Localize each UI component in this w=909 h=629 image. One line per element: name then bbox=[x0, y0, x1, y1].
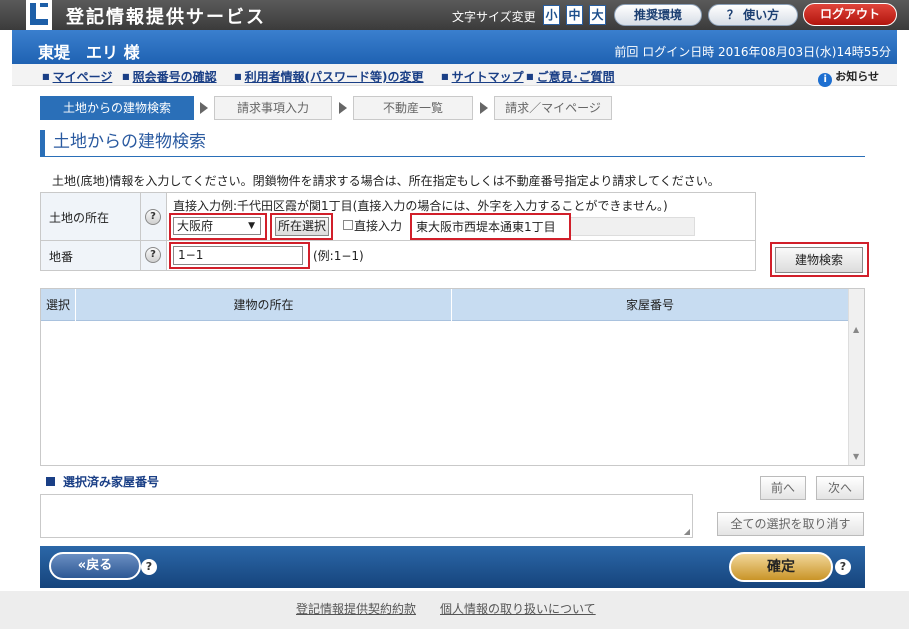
selected-house-numbers-box[interactable]: ◢ bbox=[40, 494, 693, 538]
column-select: 選択 bbox=[41, 289, 76, 321]
chiban-example: (例:1−1) bbox=[313, 249, 364, 263]
nav-bar: マイページ 照会番号の確認 利用者情報(パスワード等)の変更 サイトマップ ご意… bbox=[12, 64, 897, 87]
instruction-text: 土地(底地)情報を入力してください。閉鎖物件を請求する場合は、所在指定もしくは不… bbox=[52, 174, 720, 188]
results-header: 選択 建物の所在 家屋番号 bbox=[41, 289, 849, 321]
step-arrow-icon bbox=[480, 102, 488, 114]
action-bar: «戻る ? 確定 ? bbox=[40, 546, 865, 588]
scroll-down-icon[interactable]: ▼ bbox=[853, 452, 859, 461]
last-login: 前回 ログイン日時 2016年08月03日(水)14時55分 bbox=[614, 45, 891, 59]
step-request-mypage: 請求／マイページ bbox=[494, 96, 612, 120]
dropdown-arrow-icon: ▼ bbox=[248, 221, 255, 231]
page-title: 土地からの建物検索 bbox=[40, 130, 206, 156]
chiban-row: 地番 ? 1−1 (例:1−1) bbox=[41, 241, 755, 270]
app-title: 登記情報提供サービス bbox=[66, 7, 266, 28]
service-logo-icon bbox=[26, 0, 52, 30]
scroll-up-icon[interactable]: ▲ bbox=[853, 325, 859, 334]
prev-button[interactable]: 前へ bbox=[760, 476, 806, 500]
font-size-medium-button[interactable]: 中 bbox=[566, 5, 583, 25]
step-property-list: 不動産一覧 bbox=[353, 96, 473, 120]
step-request-input: 請求事項入力 bbox=[214, 96, 332, 120]
location-row: 土地の所在 ? 直接入力例:千代田区霞が関1丁目(直接入力の場合には、外字を入力… bbox=[41, 193, 755, 241]
notice-label: お知らせ bbox=[835, 70, 879, 83]
search-form: 土地の所在 ? 直接入力例:千代田区霞が関1丁目(直接入力の場合には、外字を入力… bbox=[40, 192, 756, 271]
chiban-input[interactable]: 1−1 bbox=[173, 246, 303, 265]
building-search-button[interactable]: 建物検索 bbox=[775, 247, 863, 273]
back-button[interactable]: «戻る bbox=[49, 552, 141, 580]
step-arrow-icon bbox=[200, 102, 208, 114]
nav-sitemap[interactable]: サイトマップ bbox=[441, 68, 524, 85]
user-name: 東堤 エリ 様 bbox=[38, 43, 140, 62]
left-margin bbox=[0, 30, 12, 591]
next-button[interactable]: 次へ bbox=[816, 476, 864, 500]
how-to-use-button[interactable]: ？ 使い方 bbox=[708, 4, 798, 26]
resize-grip-icon[interactable]: ◢ bbox=[684, 527, 690, 536]
column-building-location: 建物の所在 bbox=[76, 289, 452, 321]
confirm-help-icon[interactable]: ? bbox=[835, 559, 851, 575]
font-size-large-button[interactable]: 大 bbox=[589, 5, 606, 25]
step-building-search: 土地からの建物検索 bbox=[40, 96, 194, 120]
user-bar: 東堤 エリ 様 前回 ログイン日時 2016年08月03日(水)14時55分 bbox=[12, 30, 897, 64]
prefecture-select[interactable]: 大阪府 ▼ bbox=[173, 217, 261, 235]
direct-input-checkbox[interactable] bbox=[343, 220, 353, 230]
prefecture-value: 大阪府 bbox=[177, 219, 214, 233]
address-value: 東大阪市西堤本通東1丁目 bbox=[416, 220, 556, 234]
chiban-help-icon[interactable]: ? bbox=[145, 247, 161, 263]
step-arrow-icon bbox=[339, 102, 347, 114]
column-house-number: 家屋番号 bbox=[452, 289, 849, 321]
direct-input-example: 直接入力例:千代田区霞が関1丁目(直接入力の場合には、外字を入力することができま… bbox=[173, 199, 668, 213]
nav-mypage[interactable]: マイページ bbox=[42, 68, 113, 85]
back-help-icon[interactable]: ? bbox=[141, 559, 157, 575]
info-icon: i bbox=[818, 73, 833, 87]
nav-feedback[interactable]: ご意見･ご質問 bbox=[526, 68, 615, 85]
logout-button[interactable]: ログアウト bbox=[803, 3, 897, 26]
terms-link[interactable]: 登記情報提供契約約款 bbox=[296, 600, 416, 617]
title-divider bbox=[40, 156, 865, 157]
notice-link[interactable]: i お知らせ bbox=[818, 68, 879, 87]
selected-house-numbers-label: 選択済み家屋番号 bbox=[46, 473, 159, 490]
confirm-button[interactable]: 確定 bbox=[729, 552, 833, 582]
location-label: 土地の所在 bbox=[49, 211, 110, 225]
location-help-icon[interactable]: ? bbox=[145, 209, 161, 225]
nav-user-info[interactable]: 利用者情報(パスワード等)の変更 bbox=[234, 68, 424, 85]
direct-input-label: 直接入力 bbox=[354, 219, 403, 233]
nav-reference-number[interactable]: 照会番号の確認 bbox=[122, 68, 217, 85]
clear-all-selection-button[interactable]: 全ての選択を取り消す bbox=[717, 512, 864, 536]
top-bar: 登記情報提供サービス 文字サイズ変更 小 中 大 推奨環境 ？ 使い方 ログアウ… bbox=[0, 0, 909, 30]
chiban-label: 地番 bbox=[49, 250, 74, 264]
results-scrollbar[interactable]: ▲ ▼ bbox=[848, 289, 864, 465]
font-size-small-button[interactable]: 小 bbox=[543, 5, 560, 25]
right-margin bbox=[897, 30, 909, 591]
location-select-button[interactable]: 所在選択 bbox=[275, 217, 329, 236]
results-table: 選択 建物の所在 家屋番号 ▲ ▼ bbox=[40, 288, 865, 466]
font-size-label: 文字サイズ変更 bbox=[452, 10, 536, 24]
address-highlight: 東大阪市西堤本通東1丁目 bbox=[410, 213, 571, 240]
recommended-env-button[interactable]: 推奨環境 bbox=[614, 4, 702, 26]
privacy-link[interactable]: 個人情報の取り扱いについて bbox=[440, 600, 596, 617]
